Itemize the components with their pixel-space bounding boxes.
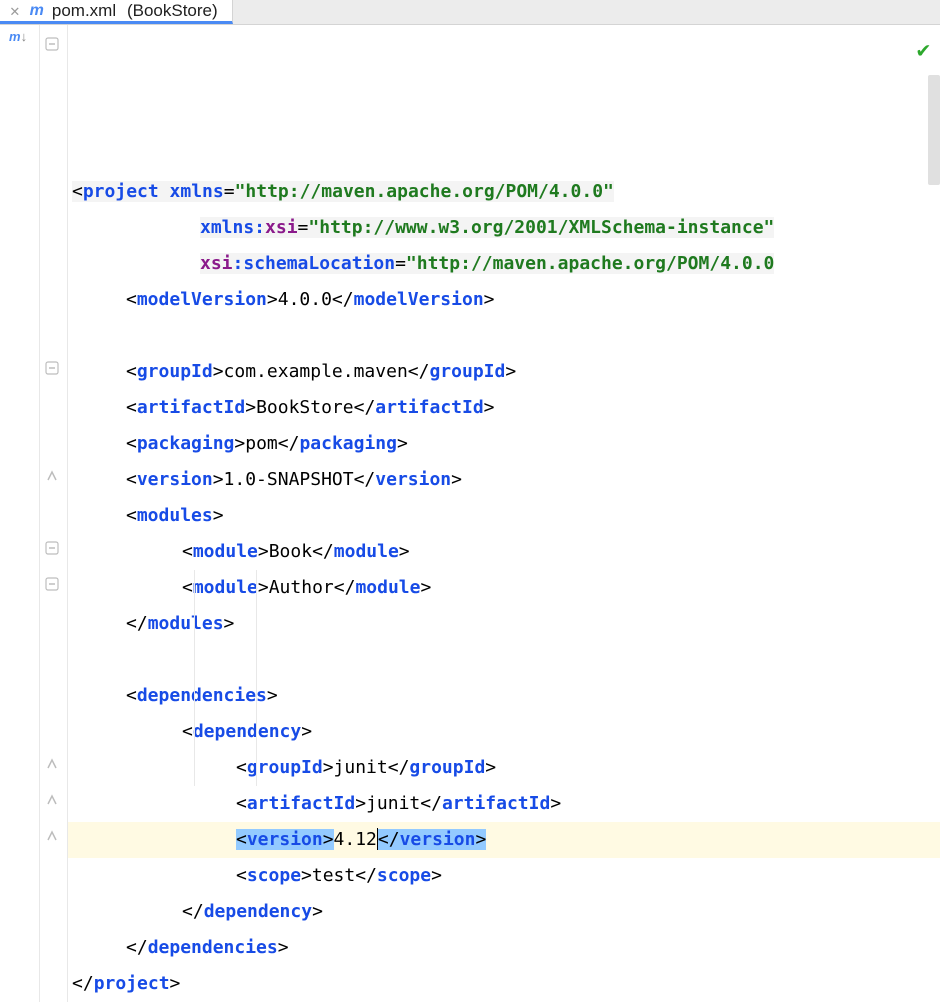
close-icon[interactable]: ✕ (10, 3, 20, 19)
fold-collapse-icon[interactable] (45, 361, 60, 376)
code-line[interactable]: <version>1.0-SNAPSHOT</version> (68, 462, 940, 498)
code-line[interactable]: <groupId>com.example.maven</groupId> (68, 354, 940, 390)
code-line[interactable]: xmlns:xsi="http://www.w3.org/2001/XMLSch… (68, 210, 940, 246)
fold-collapse-icon[interactable] (45, 541, 60, 556)
fold-end-icon[interactable] (45, 757, 60, 772)
code-line[interactable]: <dependency> (68, 714, 940, 750)
code-line[interactable] (68, 318, 940, 354)
code-line[interactable]: <module>Author</module> (68, 570, 940, 606)
file-tab[interactable]: ✕ m pom.xml (BookStore) (0, 0, 233, 24)
maven-file-icon: m (30, 2, 44, 20)
fold-end-icon[interactable] (45, 469, 60, 484)
maven-gutter-icon: m↓ (9, 29, 27, 44)
code-line[interactable]: </modules> (68, 606, 940, 642)
check-icon: ✔ (917, 33, 930, 69)
code-line[interactable]: <modelVersion>4.0.0</modelVersion> (68, 282, 940, 318)
code-line[interactable] (68, 642, 940, 678)
code-line[interactable]: <artifactId>BookStore</artifactId> (68, 390, 940, 426)
code-line[interactable]: xsi:schemaLocation="http://maven.apache.… (68, 246, 940, 282)
fold-end-icon[interactable] (45, 829, 60, 844)
fold-end-icon[interactable] (45, 793, 60, 808)
fold-collapse-icon[interactable] (45, 577, 60, 592)
code-line[interactable]: </dependency> (68, 894, 940, 930)
code-line[interactable]: <project xmlns="http://maven.apache.org/… (68, 174, 940, 210)
code-line[interactable]: <dependencies> (68, 678, 940, 714)
code-line[interactable]: </dependencies> (68, 930, 940, 966)
code-line[interactable]: <groupId>junit</groupId> (68, 750, 940, 786)
scrollbar[interactable] (928, 75, 940, 185)
indent-guide (194, 570, 195, 786)
editor[interactable]: m↓ ✔ <project xmlns="http://maven.apache… (0, 25, 940, 1002)
code-line[interactable]: <scope>test</scope> (68, 858, 940, 894)
fold-collapse-icon[interactable] (45, 37, 60, 52)
left-gutter: m↓ (0, 25, 40, 1002)
tab-bar: ✕ m pom.xml (BookStore) (0, 0, 940, 25)
tab-filename: pom.xml (52, 1, 116, 21)
code-line[interactable]: <modules> (68, 498, 940, 534)
code-line[interactable]: <version>4.12</version> (68, 822, 940, 858)
indent-guide (256, 570, 257, 786)
code-line[interactable]: <module>Book</module> (68, 534, 940, 570)
code-area[interactable]: ✔ <project xmlns="http://maven.apache.or… (68, 25, 940, 1002)
tab-project: (BookStore) (127, 1, 218, 21)
fold-gutter (40, 25, 68, 1002)
code-line[interactable]: <packaging>pom</packaging> (68, 426, 940, 462)
code-line[interactable]: </project> (68, 966, 940, 1002)
code-line[interactable]: <artifactId>junit</artifactId> (68, 786, 940, 822)
